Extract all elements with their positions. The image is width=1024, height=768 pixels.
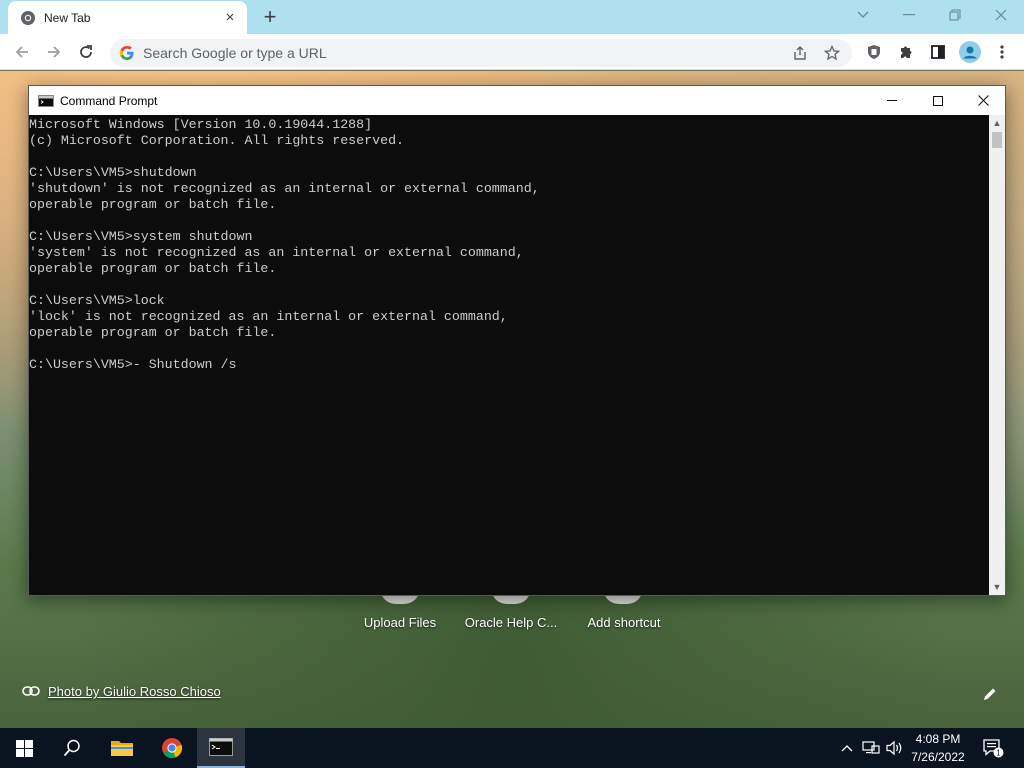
photo-credit-link[interactable]: Photo by Giulio Rosso Chioso xyxy=(22,684,221,699)
browser-toolbar: Search Google or type a URL xyxy=(0,34,1024,70)
console-line: C:\Users\VM5>shutdown xyxy=(29,165,197,180)
console-line: operable program or batch file. xyxy=(29,325,277,340)
star-icon[interactable] xyxy=(820,41,844,65)
tab-search-chevron-down-icon[interactable] xyxy=(851,4,875,26)
console-line: Microsoft Windows [Version 10.0.19044.12… xyxy=(29,117,373,132)
tab-close-icon[interactable]: × xyxy=(221,9,239,27)
google-icon xyxy=(119,45,135,61)
scrollbar-thumb[interactable] xyxy=(992,132,1002,148)
console-line: operable program or batch file. xyxy=(29,261,277,276)
notification-center-icon[interactable]: 1 xyxy=(980,728,1006,768)
clock-time: 4:08 PM xyxy=(915,732,961,746)
console-line: 'system' is not recognized as an interna… xyxy=(29,245,524,260)
shortcut-upload-files[interactable]: Upload Files xyxy=(350,615,450,630)
console-output[interactable]: Microsoft Windows [Version 10.0.19044.12… xyxy=(29,115,989,595)
omnibox[interactable]: Search Google or type a URL xyxy=(110,39,852,67)
command-prompt-icon xyxy=(38,94,54,107)
omnibox-placeholder: Search Google or type a URL xyxy=(143,45,327,61)
forward-icon[interactable] xyxy=(42,40,66,64)
restore-icon[interactable] xyxy=(943,4,967,26)
shield-extension-icon[interactable] xyxy=(862,40,886,64)
command-prompt-taskbar-icon[interactable] xyxy=(197,728,245,768)
command-prompt-titlebar[interactable]: Command Prompt xyxy=(29,86,1005,115)
chrome-icon xyxy=(20,10,36,26)
reload-icon[interactable] xyxy=(74,40,98,64)
tab-new-tab[interactable]: New Tab × xyxy=(8,1,247,34)
volume-icon[interactable] xyxy=(884,728,906,768)
cmd-close-icon[interactable] xyxy=(960,86,1006,115)
cmd-minimize-icon[interactable] xyxy=(869,86,915,115)
windows-start-icon[interactable] xyxy=(0,728,48,768)
photo-credit-text: Photo by Giulio Rosso Chioso xyxy=(48,684,221,699)
console-line: C:\Users\VM5>system shutdown xyxy=(29,229,253,244)
link-icon xyxy=(22,684,40,699)
console-line: C:\Users\VM5>lock xyxy=(29,293,165,308)
back-icon[interactable] xyxy=(10,40,34,64)
shortcut-oracle-help[interactable]: Oracle Help C... xyxy=(461,615,561,630)
share-icon[interactable] xyxy=(788,41,812,65)
puzzle-icon[interactable] xyxy=(894,40,918,64)
browser-tabstrip: New Tab × + xyxy=(0,0,1024,34)
notification-count: 1 xyxy=(996,749,1001,758)
tab-title: New Tab xyxy=(44,10,91,25)
console-line: operable program or batch file. xyxy=(29,197,277,212)
search-icon[interactable] xyxy=(48,728,96,768)
cmd-maximize-icon[interactable] xyxy=(915,86,961,115)
file-explorer-icon[interactable] xyxy=(98,728,146,768)
shortcut-add-shortcut[interactable]: Add shortcut xyxy=(574,615,674,630)
show-hidden-icons-chevron-up-icon[interactable] xyxy=(838,728,856,768)
minimize-icon[interactable] xyxy=(897,4,921,26)
console-line: (c) Microsoft Corporation. All rights re… xyxy=(29,133,405,148)
command-prompt-window[interactable]: Command Prompt Microsoft Windows [Versio… xyxy=(28,85,1006,596)
profile-icon[interactable] xyxy=(958,40,982,64)
chrome-icon[interactable] xyxy=(148,728,196,768)
console-line: 'lock' is not recognized as an internal … xyxy=(29,309,508,324)
new-tab-button[interactable]: + xyxy=(258,4,282,29)
scroll-up-arrow-icon[interactable]: ▲ xyxy=(989,115,1005,131)
pencil-icon[interactable] xyxy=(982,686,1000,704)
more-icon[interactable] xyxy=(990,40,1014,64)
side-panel-icon[interactable] xyxy=(926,40,950,64)
command-prompt-title: Command Prompt xyxy=(60,93,158,108)
console-line: 'shutdown' is not recognized as an inter… xyxy=(29,181,540,196)
scroll-down-arrow-icon[interactable]: ▼ xyxy=(989,579,1005,595)
clock-date: 7/26/2022 xyxy=(911,750,965,764)
console-input-line[interactable]: C:\Users\VM5>- Shutdown /s xyxy=(29,357,989,373)
network-icon[interactable] xyxy=(861,728,881,768)
windows-taskbar: 4:08 PM 7/26/2022 1 xyxy=(0,728,1024,768)
console-scrollbar[interactable]: ▲ ▼ xyxy=(989,115,1005,595)
close-icon[interactable] xyxy=(989,4,1013,26)
taskbar-clock[interactable]: 4:08 PM 7/26/2022 xyxy=(905,730,971,766)
